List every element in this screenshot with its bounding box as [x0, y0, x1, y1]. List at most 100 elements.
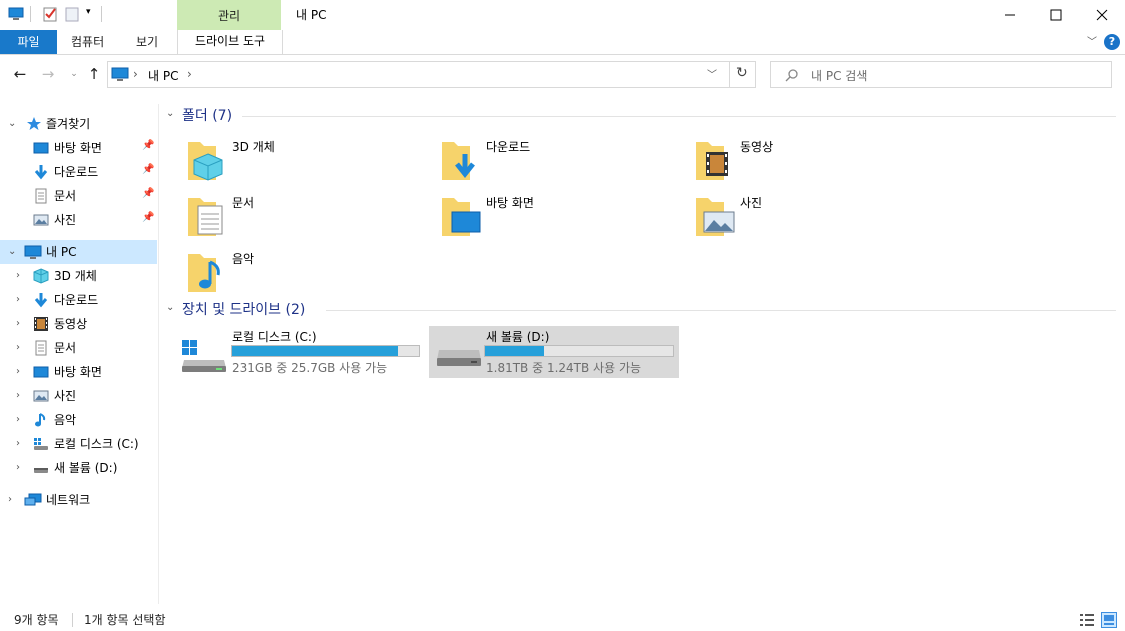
tab-view[interactable]: 보기 [136, 30, 158, 54]
document-icon [35, 188, 47, 204]
sidebar-item-volume-d[interactable]: › 새 볼륨 (D:) [0, 456, 157, 480]
folder-tile-music[interactable]: 음악 [186, 248, 426, 300]
chevron-down-icon[interactable]: ⌄ [8, 112, 16, 136]
title-bar: ▾ 관리 내 PC [0, 0, 1125, 30]
chevron-right-icon[interactable]: › [16, 408, 20, 432]
drive-free-space: 1.81TB 중 1.24TB 사용 가능 [486, 361, 642, 375]
documents-folder-icon [188, 198, 223, 236]
sidebar-item-label: 문서 [54, 189, 77, 203]
computer-icon [24, 245, 42, 259]
back-arrow-icon[interactable]: ← [10, 64, 30, 84]
sidebar-item-label: 문서 [54, 341, 77, 355]
sidebar-item-pictures[interactable]: › 사진 [0, 384, 157, 408]
folder-label: 사진 [740, 196, 763, 210]
details-view-icon[interactable] [1079, 613, 1095, 627]
help-icon[interactable]: ? [1104, 34, 1120, 50]
tab-computer[interactable]: 컴퓨터 [71, 30, 104, 54]
address-history-dropdown-icon[interactable]: ﹀ [707, 66, 717, 81]
drives-group-header[interactable]: ⌄ 장치 및 드라이브 (2) [166, 300, 1118, 320]
folder-label: 3D 개체 [232, 140, 275, 154]
breadcrumb-this-pc[interactable]: 내 PC [148, 67, 178, 84]
sidebar-item-documents[interactable]: 문서 📌 [0, 184, 157, 208]
forward-arrow-icon[interactable]: → [38, 64, 58, 84]
divider [72, 613, 73, 627]
local-disk-icon [34, 438, 48, 450]
sidebar-item-desktop[interactable]: › 바탕 화면 [0, 360, 157, 384]
sidebar-item-downloads[interactable]: 다운로드 📌 [0, 160, 157, 184]
computer-icon[interactable] [8, 6, 24, 22]
chevron-right-icon[interactable]: › [16, 384, 20, 408]
recent-locations-icon[interactable]: ⌄ [64, 64, 84, 84]
chevron-right-icon[interactable]: › [16, 360, 20, 384]
new-folder-icon[interactable] [64, 6, 80, 22]
tab-manage[interactable]: 관리 [177, 0, 281, 30]
sidebar-item-desktop[interactable]: 바탕 화면 📌 [0, 136, 157, 160]
chevron-right-icon[interactable]: › [16, 432, 20, 456]
window-title: 내 PC [296, 8, 327, 22]
tab-file[interactable]: 파일 [0, 30, 57, 54]
videos-folder-icon [696, 142, 728, 180]
divider [326, 310, 1116, 311]
drive-usage-bar [231, 345, 420, 357]
pictures-icon [33, 390, 49, 402]
sidebar-item-pictures[interactable]: 사진 📌 [0, 208, 157, 232]
sidebar-item-label: 로컬 디스크 (C:) [54, 437, 139, 451]
chevron-right-icon[interactable]: › [8, 488, 12, 512]
drive-tile-volume-d[interactable]: 새 볼륨 (D:) 1.81TB 중 1.24TB 사용 가능 [429, 326, 679, 378]
customize-quick-access-icon[interactable]: ▾ [86, 7, 91, 17]
folder-tile-3d-objects[interactable]: 3D 개체 [186, 136, 426, 188]
pictures-folder-icon [696, 198, 735, 236]
sidebar-item-3d-objects[interactable]: › 3D 개체 [0, 264, 157, 288]
sidebar-item-videos[interactable]: › 동영상 [0, 312, 157, 336]
minimize-icon[interactable] [987, 0, 1033, 30]
folders-group-header[interactable]: ⌄ 폴더 (7) [166, 106, 1118, 126]
pictures-icon [33, 214, 49, 226]
chevron-down-icon[interactable]: ⌄ [166, 302, 174, 313]
sidebar-item-network[interactable]: › 네트워크 [0, 488, 157, 512]
address-bar[interactable]: › 내 PC › ﹀ ↻ [107, 61, 756, 88]
chevron-right-icon[interactable]: › [16, 456, 20, 480]
up-arrow-icon[interactable]: ↑ [84, 64, 104, 84]
breadcrumb-separator: › [133, 67, 138, 81]
breadcrumb-separator[interactable]: › [187, 67, 192, 81]
drive-tile-local-disk-c[interactable]: 로컬 디스크 (C:) 231GB 중 25.7GB 사용 가능 [178, 326, 426, 378]
refresh-icon[interactable]: ↻ [736, 65, 748, 81]
sidebar-item-downloads[interactable]: › 다운로드 [0, 288, 157, 312]
chevron-down-icon[interactable]: ⌄ [166, 108, 174, 119]
network-icon [24, 493, 42, 506]
chevron-down-icon[interactable]: ⌄ [8, 240, 16, 264]
chevron-right-icon[interactable]: › [16, 288, 20, 312]
folder-tile-documents[interactable]: 문서 [186, 192, 426, 244]
search-input[interactable]: 내 PC 검색 [811, 67, 867, 84]
sidebar-item-music[interactable]: › 음악 [0, 408, 157, 432]
videos-icon [34, 317, 48, 331]
sidebar-item-label: 네트워크 [46, 493, 91, 507]
folder-label: 다운로드 [486, 140, 531, 154]
chevron-right-icon[interactable]: › [16, 264, 20, 288]
sidebar-item-quick-access[interactable]: ⌄ 즐겨찾기 [0, 112, 157, 136]
large-icons-view-icon[interactable] [1101, 612, 1117, 628]
sidebar-item-documents[interactable]: › 문서 [0, 336, 157, 360]
search-box[interactable]: 내 PC 검색 [770, 61, 1112, 88]
pin-icon: 📌 [142, 212, 155, 223]
expand-ribbon-icon[interactable]: ﹀ [1087, 33, 1097, 48]
sidebar-item-label: 내 PC [46, 245, 77, 259]
divider [101, 6, 102, 22]
chevron-right-icon[interactable]: › [16, 336, 20, 360]
tab-drive-tools[interactable]: 드라이브 도구 [177, 30, 283, 54]
maximize-icon[interactable] [1033, 0, 1079, 30]
pin-icon: 📌 [142, 188, 155, 199]
ribbon-tab-row: 파일 컴퓨터 보기 드라이브 도구 ﹀ ? [0, 30, 1125, 55]
search-icon [785, 69, 798, 82]
close-icon[interactable] [1079, 0, 1125, 30]
sidebar-item-local-disk-c[interactable]: › 로컬 디스크 (C:) [0, 432, 157, 456]
sidebar-item-this-pc[interactable]: ⌄ 내 PC [0, 240, 157, 264]
properties-icon[interactable] [42, 6, 58, 22]
chevron-right-icon[interactable]: › [16, 312, 20, 336]
downloads-folder-icon [442, 142, 475, 180]
divider [242, 116, 1116, 117]
folder-tile-downloads[interactable]: 다운로드 [440, 136, 680, 188]
folder-tile-desktop[interactable]: 바탕 화면 [440, 192, 680, 244]
folder-tile-pictures[interactable]: 사진 [694, 192, 934, 244]
folder-tile-videos[interactable]: 동영상 [694, 136, 934, 188]
